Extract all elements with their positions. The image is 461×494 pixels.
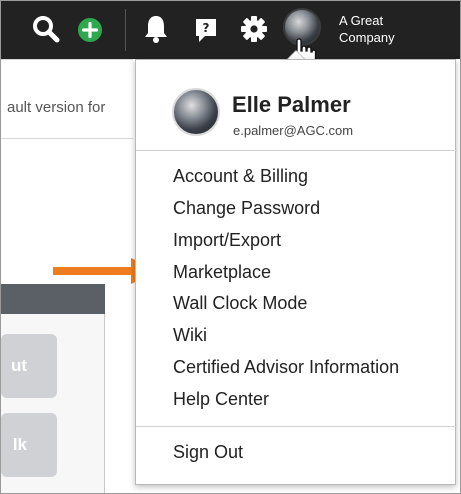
app-window: ault version for ut lk ? A Great Company…	[0, 0, 461, 494]
search-icon[interactable]	[31, 14, 61, 44]
svg-text:?: ?	[203, 21, 210, 35]
menu-item-change-password[interactable]: Change Password	[173, 198, 320, 219]
background-panel: ut lk	[1, 314, 105, 493]
background-button[interactable]: lk	[1, 413, 57, 477]
user-name: Elle Palmer	[232, 92, 351, 117]
help-icon[interactable]: ?	[191, 15, 221, 45]
menu-item-account-billing[interactable]: Account & Billing	[173, 166, 308, 187]
company-name[interactable]: A Great Company	[339, 12, 457, 46]
menu-divider	[136, 150, 457, 151]
user-avatar	[172, 88, 220, 136]
bell-icon[interactable]	[141, 13, 171, 45]
user-email: e.palmer@AGC.com	[233, 123, 354, 138]
menu-divider	[136, 426, 457, 427]
menu-item-sign-out[interactable]: Sign Out	[173, 442, 243, 463]
add-icon[interactable]	[76, 16, 104, 44]
divider	[1, 138, 133, 139]
gear-icon[interactable]	[239, 14, 269, 44]
menu-item-wiki[interactable]: Wiki	[173, 325, 207, 346]
menu-item-marketplace[interactable]: Marketplace	[173, 262, 271, 283]
menu-item-wall-clock-mode[interactable]: Wall Clock Mode	[173, 293, 307, 314]
nav-divider	[125, 9, 126, 51]
company-name-line: Company	[339, 30, 395, 45]
company-name-line: A Great	[339, 13, 384, 28]
background-text: ault version for	[7, 99, 106, 116]
user-menu-dropdown: Elle Palmer e.palmer@AGC.com Account & B…	[135, 59, 457, 485]
menu-item-certified-advisor[interactable]: Certified Advisor Information	[173, 357, 399, 378]
background-button[interactable]: ut	[1, 334, 57, 398]
divider	[1, 59, 133, 60]
menu-item-import-export[interactable]: Import/Export	[173, 230, 281, 251]
menu-item-help-center[interactable]: Help Center	[173, 389, 269, 410]
top-nav-bar: ? A Great Company	[1, 1, 460, 59]
